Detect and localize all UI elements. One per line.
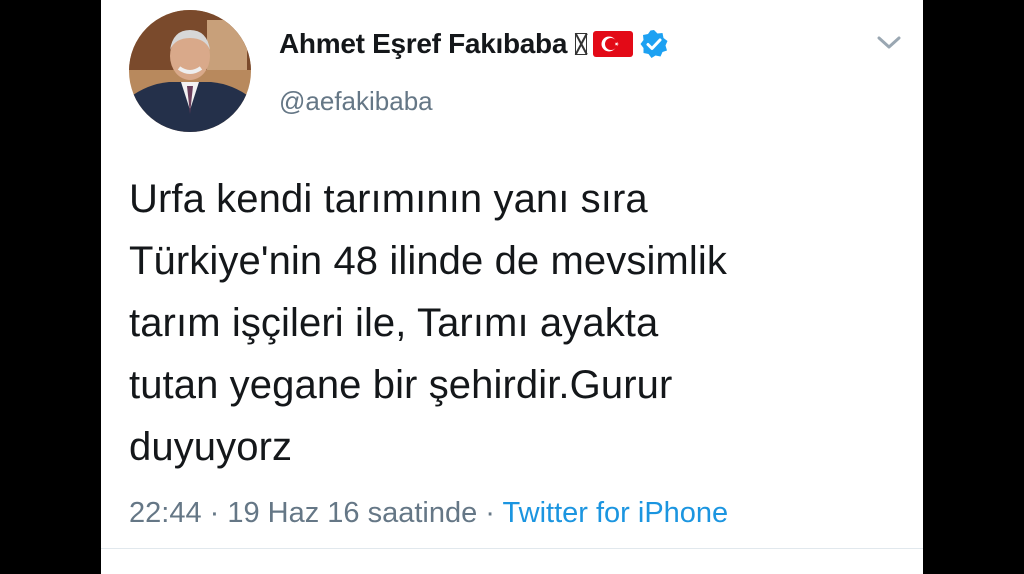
tweet-timestamp[interactable]: 22:44 · 19 Haz 16 saatinde · [129, 497, 495, 529]
missing-glyph-icon [575, 33, 588, 55]
author-name-row[interactable]: Ahmet Eşref Fakıbaba [279, 26, 669, 62]
tweet-text-line: Urfa kendi tarımının yanı sıra [129, 177, 648, 221]
tweet-card: Ahmet Eşref Fakıbaba @aefakibaba Urfa ke… [101, 0, 923, 574]
chevron-down-icon[interactable] [875, 34, 903, 52]
tweet-text: Urfa kendi tarımının yanı sıra Türkiye'n… [129, 168, 909, 478]
verified-badge-icon [639, 29, 669, 59]
author-display-name[interactable]: Ahmet Eşref Fakıbaba [279, 28, 567, 60]
author-handle[interactable]: @aefakibaba [279, 86, 433, 117]
tweet-text-line: Türkiye'nin 48 ilinde de mevsimlik [129, 239, 727, 283]
avatar[interactable] [129, 10, 251, 132]
tweet-meta: 22:44 · 19 Haz 16 saatinde · Twitter for… [129, 497, 728, 530]
tweet-text-line: tutan yegane bir şehirdir.Gurur [129, 363, 673, 407]
turkey-flag-icon [593, 31, 634, 57]
tweet-text-line: tarım işçileri ile, Tarımı ayakta [129, 301, 659, 345]
avatar-photo [129, 10, 251, 132]
tweet-text-line: duyuyorz [129, 425, 293, 469]
tweet-source-link[interactable]: Twitter for iPhone [503, 497, 729, 529]
divider [101, 548, 923, 549]
